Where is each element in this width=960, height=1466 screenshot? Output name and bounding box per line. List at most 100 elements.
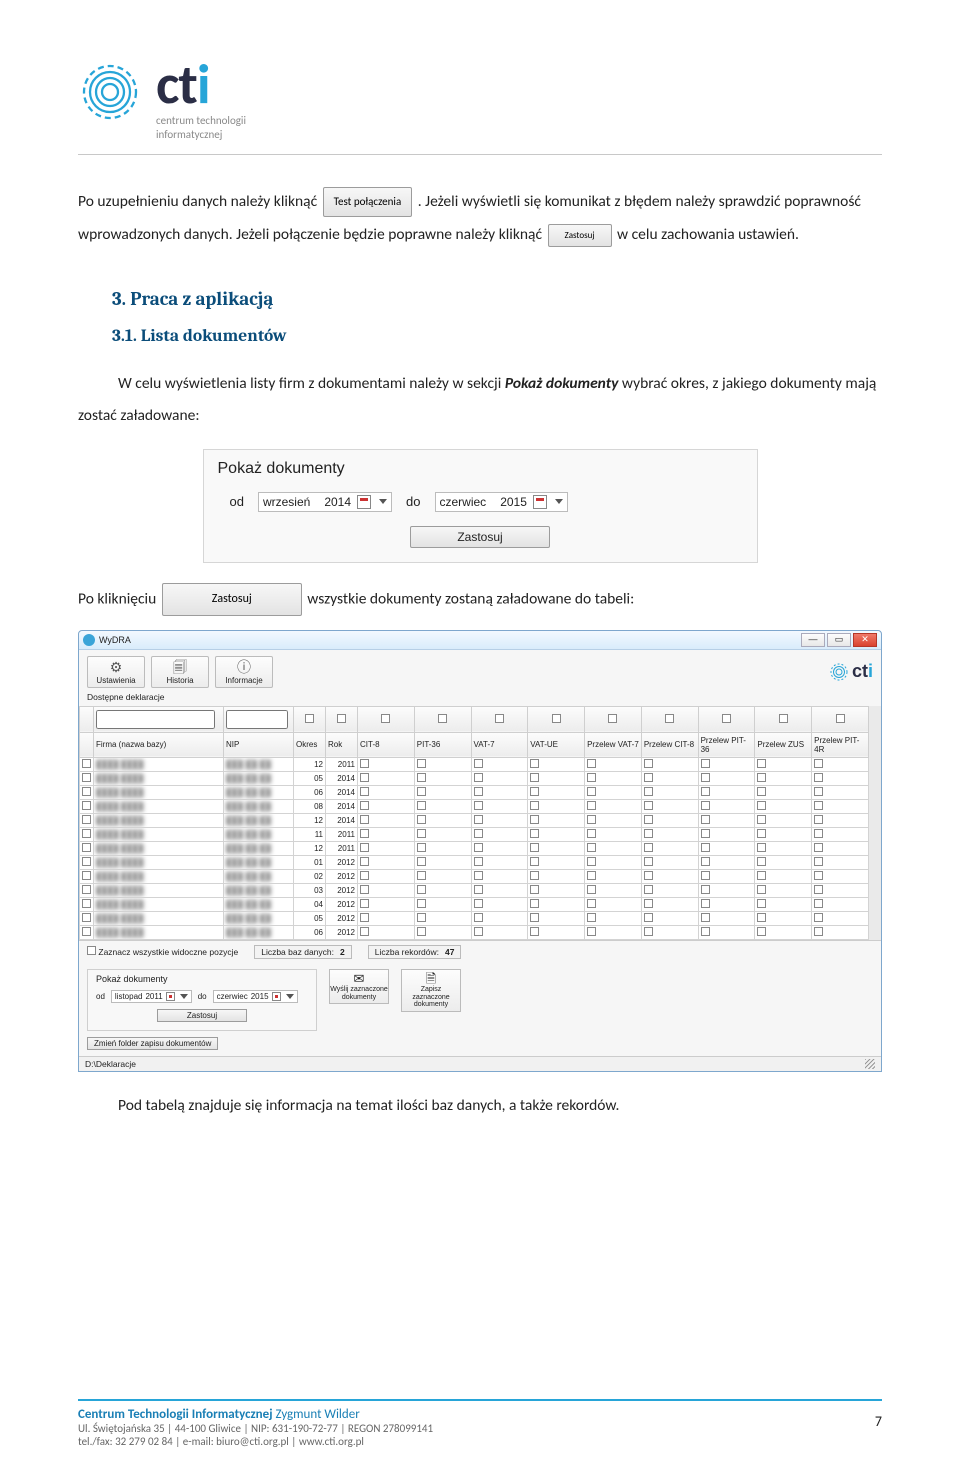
cell-checkbox[interactable] xyxy=(530,857,539,866)
column-header[interactable]: Firma (nazwa bazy) xyxy=(94,732,224,757)
cell-checkbox[interactable] xyxy=(814,773,823,782)
cell-checkbox[interactable] xyxy=(587,857,596,866)
table-row[interactable]: ████ ███████-██-██052012 xyxy=(80,911,869,925)
column-header[interactable]: Przelew VAT-7 xyxy=(585,732,642,757)
cell-checkbox[interactable] xyxy=(701,801,710,810)
cell-checkbox[interactable] xyxy=(644,815,653,824)
cell-checkbox[interactable] xyxy=(587,759,596,768)
cell-checkbox[interactable] xyxy=(530,871,539,880)
cell-checkbox[interactable] xyxy=(701,927,710,936)
row-checkbox[interactable] xyxy=(82,843,91,852)
table-row[interactable]: ████ ███████-██-██082014 xyxy=(80,799,869,813)
cell-checkbox[interactable] xyxy=(360,815,369,824)
table-row[interactable]: ████ ███████-██-██022012 xyxy=(80,869,869,883)
table-row[interactable]: ████ ███████-██-██122014 xyxy=(80,813,869,827)
cell-checkbox[interactable] xyxy=(814,885,823,894)
cell-checkbox[interactable] xyxy=(814,815,823,824)
cell-checkbox[interactable] xyxy=(701,773,710,782)
history-button[interactable]: 🗐Historia xyxy=(151,656,209,688)
column-header[interactable]: Przelew CIT-8 xyxy=(641,732,698,757)
cell-checkbox[interactable] xyxy=(587,773,596,782)
cell-checkbox[interactable] xyxy=(644,773,653,782)
cell-checkbox[interactable] xyxy=(474,759,483,768)
cell-checkbox[interactable] xyxy=(360,885,369,894)
row-checkbox[interactable] xyxy=(82,801,91,810)
info-button[interactable]: ⓘInformacje xyxy=(215,656,273,688)
cell-checkbox[interactable] xyxy=(644,829,653,838)
cell-checkbox[interactable] xyxy=(587,829,596,838)
column-filter-checkbox[interactable] xyxy=(552,714,561,723)
table-row[interactable]: ████ ███████-██-██122011 xyxy=(80,841,869,855)
cell-checkbox[interactable] xyxy=(474,871,483,880)
column-filter-checkbox[interactable] xyxy=(381,714,390,723)
select-all-checkbox[interactable]: Zaznacz wszystkie widoczne pozycje xyxy=(87,946,238,957)
table-row[interactable]: ████ ███████-██-██032012 xyxy=(80,883,869,897)
cell-checkbox[interactable] xyxy=(360,773,369,782)
cell-checkbox[interactable] xyxy=(814,927,823,936)
cell-checkbox[interactable] xyxy=(757,787,766,796)
cell-checkbox[interactable] xyxy=(474,829,483,838)
table-row[interactable]: ████ ███████-██-██052014 xyxy=(80,771,869,785)
cell-checkbox[interactable] xyxy=(814,759,823,768)
cell-checkbox[interactable] xyxy=(360,913,369,922)
save-docs-button[interactable]: 🗎Zapisz zaznaczone dokumenty xyxy=(401,969,461,1012)
cell-checkbox[interactable] xyxy=(814,871,823,880)
cell-checkbox[interactable] xyxy=(757,913,766,922)
cell-checkbox[interactable] xyxy=(644,885,653,894)
cell-checkbox[interactable] xyxy=(701,857,710,866)
zastosuj-small-button[interactable]: Zastosuj xyxy=(548,224,612,247)
cell-checkbox[interactable] xyxy=(814,801,823,810)
row-checkbox[interactable] xyxy=(82,913,91,922)
settings-button[interactable]: ⚙Ustawienia xyxy=(87,656,145,688)
filter-input[interactable] xyxy=(226,710,288,729)
table-row[interactable]: ████ ███████-██-██112011 xyxy=(80,827,869,841)
cell-checkbox[interactable] xyxy=(757,885,766,894)
cell-checkbox[interactable] xyxy=(757,801,766,810)
cell-checkbox[interactable] xyxy=(701,871,710,880)
cell-checkbox[interactable] xyxy=(757,829,766,838)
row-checkbox[interactable] xyxy=(82,759,91,768)
cell-checkbox[interactable] xyxy=(530,843,539,852)
cell-checkbox[interactable] xyxy=(474,857,483,866)
table-row[interactable]: ████ ███████-██-██042012 xyxy=(80,897,869,911)
cell-checkbox[interactable] xyxy=(474,843,483,852)
cell-checkbox[interactable] xyxy=(530,885,539,894)
column-filter-checkbox[interactable] xyxy=(438,714,447,723)
cell-checkbox[interactable] xyxy=(417,787,426,796)
resize-grip-icon[interactable] xyxy=(865,1059,875,1069)
cell-checkbox[interactable] xyxy=(757,899,766,908)
cell-checkbox[interactable] xyxy=(417,885,426,894)
pd-date-from[interactable]: listopad 2011 xyxy=(111,990,192,1003)
row-checkbox[interactable] xyxy=(82,871,91,880)
cell-checkbox[interactable] xyxy=(360,871,369,880)
column-filter-checkbox[interactable] xyxy=(836,714,845,723)
close-button[interactable]: ✕ xyxy=(853,633,877,647)
cell-checkbox[interactable] xyxy=(757,843,766,852)
cell-checkbox[interactable] xyxy=(474,773,483,782)
column-filter-checkbox[interactable] xyxy=(779,714,788,723)
cell-checkbox[interactable] xyxy=(474,913,483,922)
cell-checkbox[interactable] xyxy=(644,857,653,866)
row-checkbox[interactable] xyxy=(82,773,91,782)
cell-checkbox[interactable] xyxy=(587,927,596,936)
cell-checkbox[interactable] xyxy=(530,815,539,824)
row-checkbox[interactable] xyxy=(82,885,91,894)
pd-apply-button[interactable]: Zastosuj xyxy=(157,1009,247,1022)
cell-checkbox[interactable] xyxy=(644,913,653,922)
column-header[interactable]: Przelew PIT-36 xyxy=(698,732,755,757)
column-header[interactable]: VAT-UE xyxy=(528,732,585,757)
cell-checkbox[interactable] xyxy=(757,927,766,936)
test-connection-button[interactable]: Test połączenia xyxy=(323,187,413,217)
column-header[interactable]: Przelew PIT-4R xyxy=(812,732,869,757)
cell-checkbox[interactable] xyxy=(587,801,596,810)
cell-checkbox[interactable] xyxy=(587,871,596,880)
row-checkbox[interactable] xyxy=(82,829,91,838)
cell-checkbox[interactable] xyxy=(757,773,766,782)
minimize-button[interactable]: — xyxy=(801,633,825,647)
cell-checkbox[interactable] xyxy=(417,927,426,936)
cell-checkbox[interactable] xyxy=(530,913,539,922)
cell-checkbox[interactable] xyxy=(644,759,653,768)
column-filter-checkbox[interactable] xyxy=(665,714,674,723)
cell-checkbox[interactable] xyxy=(644,927,653,936)
cell-checkbox[interactable] xyxy=(474,899,483,908)
